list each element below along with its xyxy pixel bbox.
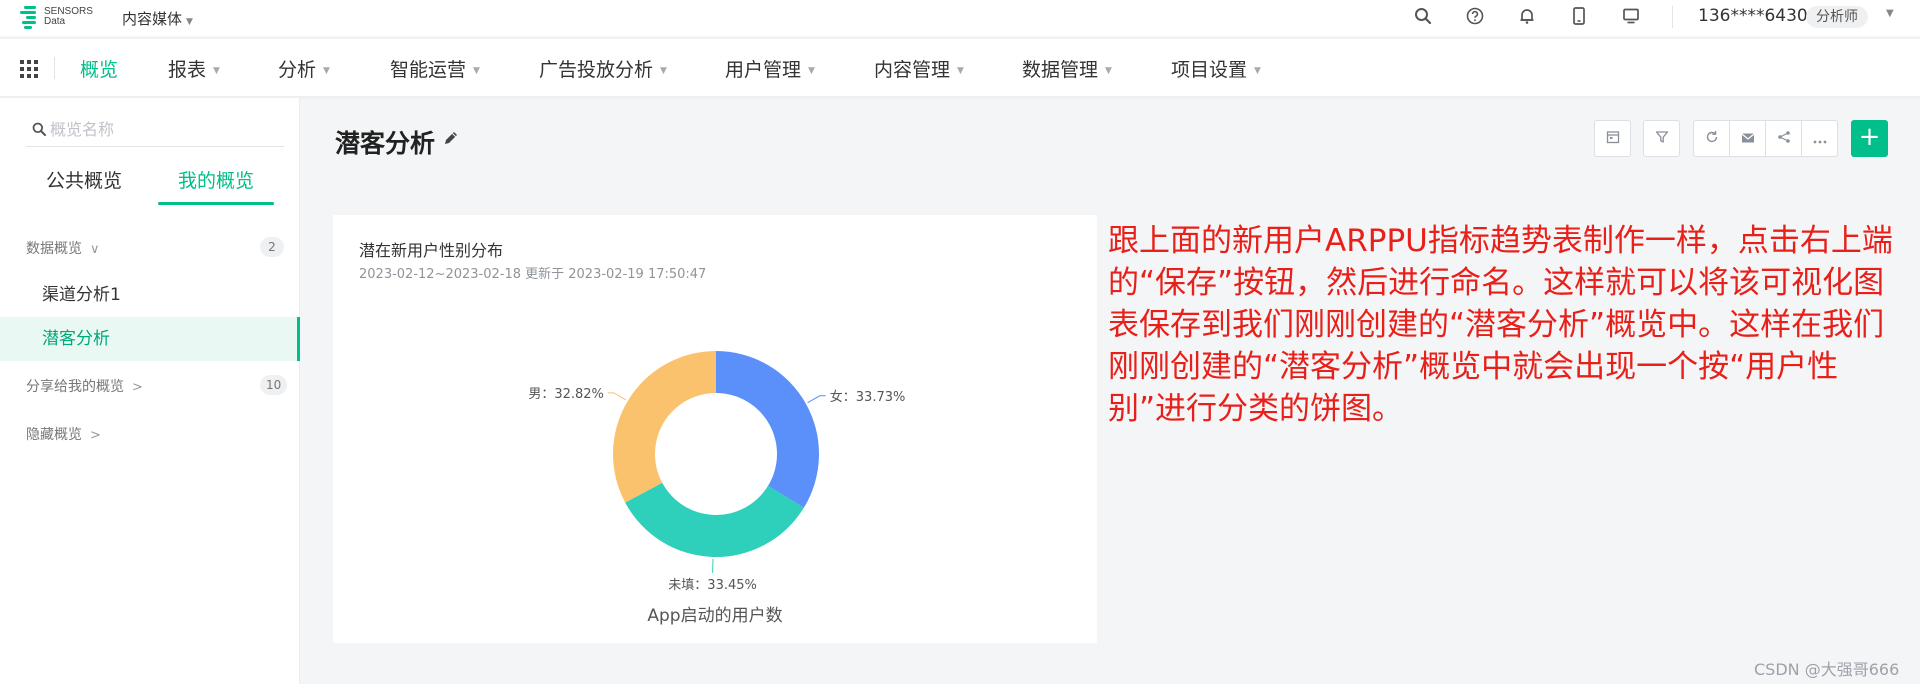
more-actions-button[interactable] <box>1801 120 1838 157</box>
overview-item-prospect-analysis[interactable]: 潜客分析 <box>0 317 300 361</box>
project-switcher[interactable]: 内容媒体 ▼ <box>122 8 193 29</box>
date-range-button[interactable] <box>1594 120 1631 157</box>
project-name: 内容媒体 <box>122 10 183 28</box>
logo-mark-icon <box>20 6 40 29</box>
search-icon <box>32 121 46 140</box>
add-chart-button[interactable]: + <box>1851 120 1888 157</box>
csdn-watermark: CSDN @大强哥666 <box>1754 660 1900 679</box>
chart-card: 潜在新用户性别分布 2023-02-12~2023-02-18 更新于 2023… <box>333 215 1097 643</box>
nav-item-smart-ops[interactable]: 智能运营 ▼ <box>390 55 480 82</box>
group-count-badge: 10 <box>260 375 288 395</box>
chevron-down-icon: ▼ <box>1254 66 1261 76</box>
chevron-down-icon: ∨ <box>90 242 100 257</box>
nav-item-content-management[interactable]: 内容管理 ▼ <box>874 55 964 82</box>
nav-item-project-settings[interactable]: 项目设置 ▼ <box>1171 55 1261 82</box>
chevron-down-icon: ▼ <box>808 66 815 76</box>
calendar-icon <box>1606 129 1620 148</box>
tab-public-overview[interactable]: 公共概览 <box>46 166 122 193</box>
group-label: 隐藏概览 <box>26 427 82 443</box>
filter-button[interactable] <box>1643 120 1680 157</box>
user-role-badge: 分析师 <box>1806 6 1868 28</box>
group-hidden-overview[interactable]: 隐藏概览 > <box>26 424 101 444</box>
chevron-down-icon[interactable]: ▼ <box>1886 8 1894 19</box>
bell-icon[interactable] <box>1516 5 1538 27</box>
help-icon[interactable] <box>1464 5 1486 27</box>
chevron-down-icon: ▼ <box>323 66 330 76</box>
main-nav: 概览 报表 ▼ 分析 ▼ 智能运营 ▼ 广告投放分析 ▼ 用户管理 ▼ 内容管理 ▼ 数据管… <box>0 38 1920 96</box>
chart-caption: App启动的用户数 <box>647 606 783 626</box>
chevron-down-icon: ▼ <box>186 17 193 27</box>
pie-slice-1[interactable] <box>625 482 804 557</box>
active-tab-indicator <box>158 202 274 205</box>
chevron-down-icon: ▼ <box>957 66 964 76</box>
refresh-icon <box>1705 129 1719 148</box>
pie-label-1: 未填：33.45% <box>668 578 757 593</box>
chevron-right-icon: > <box>90 428 101 443</box>
tutorial-annotation: 跟上面的新用户ARPPU指标趋势表制作一样，点击右上端的“保存”按钮，然后进行命… <box>1108 223 1893 427</box>
group-label: 分享给我的概览 <box>26 379 124 395</box>
filter-icon <box>1655 129 1669 148</box>
chevron-right-icon: > <box>132 380 143 395</box>
chevron-down-icon: ▼ <box>213 66 220 76</box>
pie-leader-line-2 <box>607 392 627 401</box>
group-data-overview[interactable]: 数据概览 ∨ <box>26 238 100 258</box>
chevron-down-icon: ▼ <box>660 66 667 76</box>
logo-text: SENSORS Data <box>44 6 93 27</box>
apps-grid-icon[interactable] <box>20 60 38 78</box>
chevron-down-icon: ▼ <box>1105 66 1112 76</box>
overview-sidebar: 公共概览 我的概览 数据概览 ∨ 2 渠道分析1 潜客分析 分享给我的概览 > 10… <box>0 98 300 684</box>
more-icon <box>1813 129 1827 148</box>
nav-divider <box>54 57 55 79</box>
monitor-icon[interactable] <box>1620 5 1642 27</box>
donut-chart: 女：33.73% 未填：33.45% 男：32.82% <box>528 351 906 593</box>
nav-item-reports[interactable]: 报表 ▼ <box>168 55 220 82</box>
nav-item-analysis[interactable]: 分析 ▼ <box>278 55 330 82</box>
pie-slice-2[interactable] <box>613 351 716 503</box>
share-icon <box>1777 129 1791 148</box>
user-account[interactable]: 136****6430 <box>1698 6 1808 26</box>
pie-leader-line-0 <box>807 395 826 404</box>
pie-label-2: 男：32.82% <box>528 387 604 402</box>
mobile-icon[interactable] <box>1568 5 1590 27</box>
overview-item-channel-analysis[interactable]: 渠道分析1 <box>0 273 300 317</box>
pie-slice-0[interactable] <box>716 351 819 508</box>
page-title: 潜客分析 <box>335 129 436 158</box>
nav-item-ad-analysis[interactable]: 广告投放分析 ▼ <box>539 55 667 82</box>
share-button[interactable] <box>1765 120 1802 157</box>
edit-pencil-icon[interactable] <box>442 129 460 147</box>
group-label: 数据概览 <box>26 241 82 257</box>
nav-item-overview[interactable]: 概览 <box>80 55 118 82</box>
top-divider <box>1672 6 1673 28</box>
tab-my-overview[interactable]: 我的概览 <box>178 166 254 193</box>
pie-label-0: 女：33.73% <box>830 389 906 405</box>
mail-icon <box>1741 129 1755 148</box>
nav-item-data-management[interactable]: 数据管理 ▼ <box>1022 55 1112 82</box>
nav-item-user-management[interactable]: 用户管理 ▼ <box>725 55 815 82</box>
email-subscribe-button[interactable] <box>1729 120 1766 157</box>
overview-search <box>26 113 284 147</box>
overview-search-input[interactable] <box>50 117 270 141</box>
search-icon[interactable] <box>1412 5 1434 27</box>
group-shared-with-me[interactable]: 分享给我的概览 > <box>26 376 143 396</box>
top-bar: SENSORS Data 内容媒体 ▼ 136****6430 分析师 ▼ <box>0 0 1920 36</box>
sensors-data-logo[interactable]: SENSORS Data <box>20 4 100 30</box>
group-count-badge: 2 <box>260 237 284 257</box>
refresh-button[interactable] <box>1693 120 1730 157</box>
chevron-down-icon: ▼ <box>473 66 480 76</box>
